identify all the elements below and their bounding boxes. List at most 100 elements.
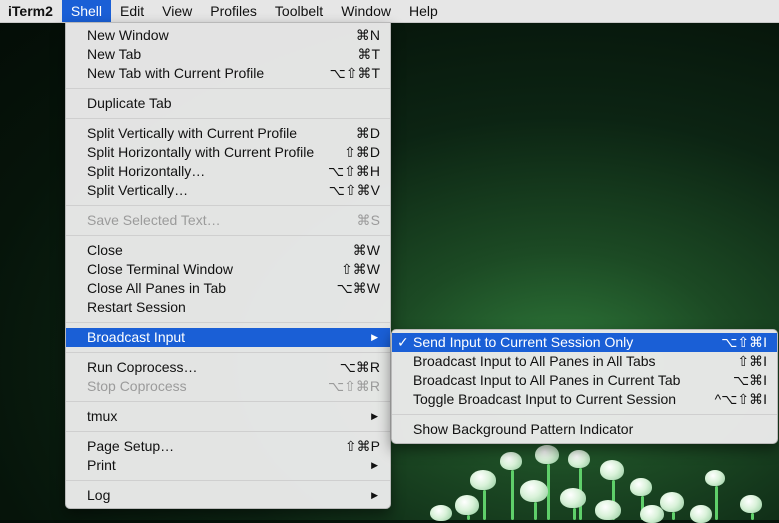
menu-item-new-window[interactable]: New Window ⌘N [66, 26, 390, 45]
keyboard-shortcut: ⇧⌘D [344, 144, 380, 160]
menu-item-label: Close Terminal Window [87, 261, 234, 277]
keyboard-shortcut: ⌘N [355, 27, 380, 43]
menu-item-split-vertically-with-current-profile[interactable]: Split Vertically with Current Profile ⌘D [66, 124, 390, 143]
menu-item-log[interactable]: Log ▶ [66, 486, 390, 505]
keyboard-shortcut: ⌘D [355, 125, 380, 141]
menu-item-run-coprocess[interactable]: Run Coprocess… ⌥⌘R [66, 358, 390, 377]
menubar-profiles[interactable]: Profiles [201, 0, 266, 22]
menu-item-label: Duplicate Tab [87, 95, 172, 111]
keyboard-shortcut: ⌥⇧⌘R [328, 378, 380, 394]
submenu-arrow-icon: ▶ [371, 490, 378, 500]
menu-item-split-vertically[interactable]: Split Vertically… ⌥⇧⌘V [66, 181, 390, 200]
menu-item-label: Save Selected Text… [87, 212, 221, 228]
keyboard-shortcut: ⇧⌘P [344, 438, 380, 454]
menubar-app-iterm2[interactable]: iTerm2 [0, 0, 62, 22]
menu-item-label: Broadcast Input to All Panes in Current … [413, 372, 681, 388]
keyboard-shortcut: ^⌥⇧⌘I [714, 391, 767, 407]
menu-item-label: Stop Coprocess [87, 378, 187, 394]
menubar-help[interactable]: Help [400, 0, 447, 22]
menu-separator [66, 322, 390, 323]
menu-item-broadcast-input[interactable]: Broadcast Input ▶ [66, 328, 390, 347]
menu-separator [66, 235, 390, 236]
submenu-item-broadcast-input-to-all-panes-in-all-tabs[interactable]: Broadcast Input to All Panes in All Tabs… [392, 352, 777, 371]
plant-stem [751, 513, 754, 520]
plant-stem [511, 470, 514, 520]
menu-item-label: New Window [87, 27, 169, 43]
menu-item-label: Broadcast Input [87, 329, 186, 345]
menu-item-new-tab-with-current-profile[interactable]: New Tab with Current Profile ⌥⇧⌘T [66, 64, 390, 83]
flower-bud [535, 445, 559, 464]
menu-item-label: Close [87, 242, 123, 258]
plant-stem [534, 502, 537, 520]
menu-item-close[interactable]: Close ⌘W [66, 241, 390, 260]
submenu-item-show-background-pattern-indicator[interactable]: Show Background Pattern Indicator [392, 420, 777, 439]
menu-item-new-tab[interactable]: New Tab ⌘T [66, 45, 390, 64]
keyboard-shortcut: ⌘W [352, 242, 380, 258]
menu-separator [66, 401, 390, 402]
plant-stem [672, 512, 675, 520]
flower-bud [660, 492, 684, 512]
menu-separator [66, 352, 390, 353]
menu-item-label: tmux [87, 408, 118, 424]
menubar-window[interactable]: Window [332, 0, 400, 22]
shell-menu-dropdown: New Window ⌘N New Tab ⌘T New Tab with Curren… [65, 22, 391, 509]
menu-item-label: Split Horizontally with Current Profile [87, 144, 315, 160]
menu-item-label: Split Vertically with Current Profile [87, 125, 298, 141]
menubar-view[interactable]: View [153, 0, 201, 22]
flower-bud [455, 495, 479, 515]
keyboard-shortcut: ⌥⌘W [336, 280, 380, 296]
submenu-item-toggle-broadcast-input-to-current-session[interactable]: Toggle Broadcast Input to Current Sessio… [392, 390, 777, 409]
flower-bud [568, 450, 590, 468]
submenu-arrow-icon: ▶ [371, 411, 378, 421]
keyboard-shortcut: ⌥⌘I [732, 372, 767, 388]
keyboard-shortcut: ⌥⇧⌘V [328, 182, 380, 198]
menu-item-close-terminal-window[interactable]: Close Terminal Window ⇧⌘W [66, 260, 390, 279]
menu-separator [66, 118, 390, 119]
menu-separator [392, 414, 777, 415]
menu-item-duplicate-tab[interactable]: Duplicate Tab [66, 94, 390, 113]
flower-bud [600, 460, 624, 480]
menu-item-page-setup[interactable]: Page Setup… ⇧⌘P [66, 437, 390, 456]
flower-bud [520, 480, 548, 502]
menu-item-label: Log [87, 487, 111, 503]
menu-item-label: Page Setup… [87, 438, 175, 454]
keyboard-shortcut: ⌥⇧⌘T [329, 65, 380, 81]
flower-bud [630, 478, 652, 496]
menu-separator [66, 205, 390, 206]
menu-item-save-selected-text: Save Selected Text… ⌘S [66, 211, 390, 230]
menu-separator [66, 480, 390, 481]
flower-bud [595, 500, 621, 520]
submenu-item-broadcast-input-to-all-panes-in-current-tab[interactable]: Broadcast Input to All Panes in Current … [392, 371, 777, 390]
menu-item-stop-coprocess: Stop Coprocess ⌥⇧⌘R [66, 377, 390, 396]
menu-item-label: Close All Panes in Tab [87, 280, 227, 296]
menu-item-label: Split Horizontally… [87, 163, 206, 179]
flower-bud [470, 470, 496, 490]
keyboard-shortcut: ⌘S [356, 212, 380, 228]
flower-bud [500, 452, 522, 470]
menu-item-close-all-panes-in-tab[interactable]: Close All Panes in Tab ⌥⌘W [66, 279, 390, 298]
menubar-toolbelt[interactable]: Toolbelt [266, 0, 332, 22]
menu-item-label: Send Input to Current Session Only [413, 334, 634, 350]
menu-item-label: Run Coprocess… [87, 359, 198, 375]
menu-item-restart-session[interactable]: Restart Session [66, 298, 390, 317]
menu-item-tmux[interactable]: tmux ▶ [66, 407, 390, 426]
menubar-edit[interactable]: Edit [111, 0, 153, 22]
menu-item-label: Print [87, 457, 116, 473]
menu-item-label: Show Background Pattern Indicator [413, 421, 634, 437]
keyboard-shortcut: ⌘T [357, 46, 380, 62]
keyboard-shortcut: ⇧⌘I [737, 353, 767, 369]
menu-item-print[interactable]: Print ▶ [66, 456, 390, 475]
flower-bud [560, 488, 586, 508]
menu-item-split-horizontally-with-current-profile[interactable]: Split Horizontally with Current Profile ⇧… [66, 143, 390, 162]
submenu-item-send-input-to-current-session-only[interactable]: ✓ Send Input to Current Session Only ⌥⇧⌘I [392, 333, 777, 352]
keyboard-shortcut: ⌥⌘R [339, 359, 380, 375]
flower-bud [690, 505, 712, 523]
checkmark-icon: ✓ [397, 334, 409, 350]
plant-stem [467, 515, 470, 520]
broadcast-input-submenu: ✓ Send Input to Current Session Only ⌥⇧⌘I B… [391, 329, 778, 444]
menubar-shell[interactable]: Shell [61, 0, 112, 22]
submenu-arrow-icon: ▶ [371, 460, 378, 470]
menu-item-split-horizontally[interactable]: Split Horizontally… ⌥⇧⌘H [66, 162, 390, 181]
keyboard-shortcut: ⌥⇧⌘H [328, 163, 380, 179]
plant-stem [573, 508, 576, 520]
